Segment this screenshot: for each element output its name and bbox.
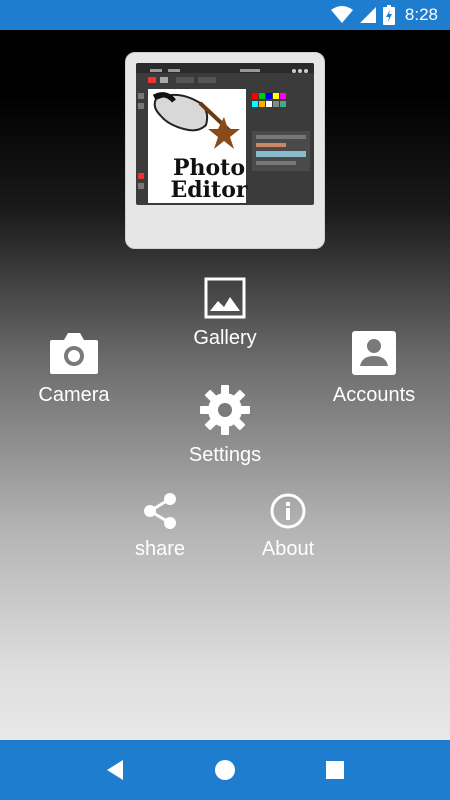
logo-panel xyxy=(252,131,310,171)
logo-screen-illustration: Photo Editor xyxy=(136,63,314,205)
system-navigation-bar xyxy=(0,740,450,800)
logo-title: Photo Editor xyxy=(164,157,254,201)
share-button[interactable]: share xyxy=(115,492,205,561)
about-button[interactable]: About xyxy=(243,492,333,561)
account-box-icon xyxy=(352,331,396,375)
share-icon xyxy=(144,493,176,529)
accounts-button[interactable]: Accounts xyxy=(319,330,429,407)
camera-icon xyxy=(50,333,98,374)
settings-button[interactable]: Settings xyxy=(170,384,280,467)
settings-label: Settings xyxy=(188,444,262,466)
camera-button[interactable]: Camera xyxy=(24,330,124,407)
cell-signal-icon xyxy=(359,7,376,23)
recents-button[interactable] xyxy=(315,750,355,790)
wifi-icon xyxy=(330,6,353,23)
main-menu-screen: Photo Editor Gallery Camera Accounts Set… xyxy=(0,30,450,740)
back-icon xyxy=(107,760,123,780)
recents-icon xyxy=(326,761,344,779)
color-palette xyxy=(252,93,286,107)
gallery-label: Gallery xyxy=(193,327,257,349)
back-button[interactable] xyxy=(95,750,135,790)
logo-canvas: Photo Editor xyxy=(148,89,247,203)
status-bar: 8:28 xyxy=(0,0,450,30)
image-icon xyxy=(204,277,246,319)
gear-icon xyxy=(200,385,250,435)
battery-charging-icon xyxy=(382,5,395,25)
logo-title-line2: Editor xyxy=(170,177,248,203)
gallery-button[interactable]: Gallery xyxy=(175,277,275,350)
about-label: About xyxy=(261,538,315,560)
camera-label: Camera xyxy=(38,384,110,406)
share-label: share xyxy=(134,538,186,560)
accounts-label: Accounts xyxy=(332,384,416,406)
home-icon xyxy=(215,760,235,780)
status-time: 8:28 xyxy=(404,5,438,24)
logo-title-line1: Photo xyxy=(172,155,246,181)
app-logo: Photo Editor xyxy=(125,52,325,249)
home-button[interactable] xyxy=(205,750,245,790)
info-icon xyxy=(270,493,306,529)
